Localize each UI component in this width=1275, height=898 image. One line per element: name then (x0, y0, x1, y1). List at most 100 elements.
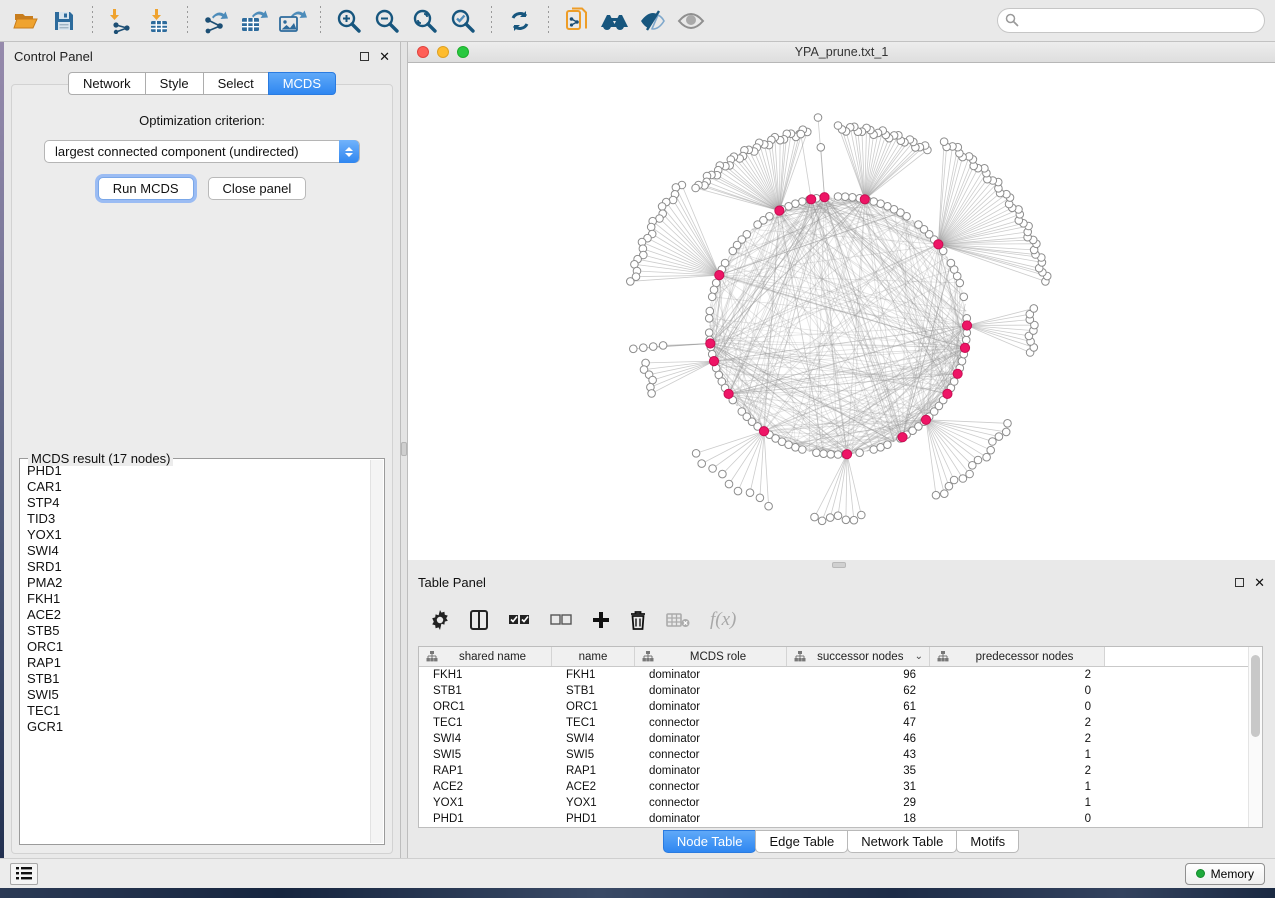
table-row[interactable]: ACE2ACE2connector311 (419, 779, 1262, 795)
network-node[interactable] (1004, 420, 1012, 428)
close-panel-button[interactable]: Close panel (208, 177, 307, 200)
list-item[interactable]: TID3 (27, 511, 369, 527)
splitter-handle[interactable] (832, 562, 846, 568)
network-node[interactable] (932, 491, 940, 499)
list-item[interactable]: GCR1 (27, 719, 369, 735)
table-row[interactable]: SWI4SWI4dominator462 (419, 731, 1262, 747)
mcds-hub-node[interactable] (960, 343, 969, 352)
list-item[interactable]: ACE2 (27, 607, 369, 623)
list-item[interactable]: PHD1 (27, 463, 369, 479)
zoom-fit-button[interactable] (409, 5, 441, 37)
network-node[interactable] (734, 487, 742, 495)
hide-selected-button[interactable] (637, 5, 669, 37)
task-history-button[interactable] (10, 863, 38, 885)
tab-node-table[interactable]: Node Table (663, 830, 757, 853)
network-node[interactable] (995, 433, 1003, 441)
network-node[interactable] (870, 198, 878, 206)
share-document-button[interactable] (561, 5, 593, 37)
mcds-hub-node[interactable] (706, 339, 715, 348)
deselect-all-button[interactable] (550, 606, 572, 634)
table-row[interactable]: TEC1TEC1connector472 (419, 715, 1262, 731)
mcds-hub-node[interactable] (715, 271, 724, 280)
run-mcds-button[interactable]: Run MCDS (98, 177, 194, 200)
network-node[interactable] (849, 194, 857, 202)
list-item[interactable]: FKH1 (27, 591, 369, 607)
show-columns-button[interactable] (470, 606, 488, 634)
network-node[interactable] (692, 184, 700, 192)
network-node[interactable] (756, 494, 764, 502)
network-node[interactable] (959, 475, 967, 483)
list-item[interactable]: TEC1 (27, 703, 369, 719)
result-scrollbar[interactable] (370, 460, 383, 843)
network-node[interactable] (725, 480, 733, 488)
network-node[interactable] (966, 470, 974, 478)
tab-select[interactable]: Select (203, 72, 269, 95)
network-node[interactable] (630, 345, 638, 353)
network-node[interactable] (649, 343, 657, 351)
network-node[interactable] (647, 223, 655, 231)
zoom-out-button[interactable] (371, 5, 403, 37)
table-row[interactable]: SWI5SWI5connector431 (419, 747, 1262, 763)
search-input[interactable] (997, 8, 1265, 33)
network-node[interactable] (820, 450, 828, 458)
network-node[interactable] (692, 450, 700, 458)
network-node[interactable] (1030, 305, 1038, 313)
list-item[interactable]: PMA2 (27, 575, 369, 591)
mcds-hub-node[interactable] (820, 193, 829, 202)
network-node[interactable] (834, 193, 842, 201)
network-node[interactable] (640, 344, 648, 352)
list-item[interactable]: YOX1 (27, 527, 369, 543)
zoom-selected-button[interactable] (447, 5, 479, 37)
network-node[interactable] (962, 336, 970, 344)
network-node[interactable] (884, 441, 892, 449)
import-table-button[interactable] (143, 5, 175, 37)
network-node[interactable] (814, 114, 822, 122)
network-node[interactable] (729, 247, 737, 255)
tab-style[interactable]: Style (145, 72, 204, 95)
show-all-button[interactable] (675, 5, 707, 37)
network-node[interactable] (834, 122, 842, 130)
mcds-hub-node[interactable] (759, 427, 768, 436)
network-node[interactable] (648, 390, 656, 398)
network-node[interactable] (950, 476, 958, 484)
close-panel-icon[interactable]: ✕ (379, 50, 390, 63)
network-node[interactable] (818, 517, 826, 525)
save-session-button[interactable] (48, 5, 80, 37)
tab-edge-table[interactable]: Edge Table (755, 830, 848, 853)
network-node[interactable] (841, 193, 849, 201)
tab-network-table[interactable]: Network Table (847, 830, 957, 853)
criterion-dropdown[interactable]: largest connected component (undirected) (44, 140, 360, 163)
network-node[interactable] (659, 342, 667, 350)
network-node[interactable] (765, 502, 773, 510)
mcds-hub-node[interactable] (898, 433, 907, 442)
export-image-button[interactable] (276, 5, 308, 37)
network-node[interactable] (705, 315, 713, 323)
column-header-name[interactable]: name (552, 647, 635, 666)
add-column-button[interactable] (592, 606, 610, 634)
table-row[interactable]: YOX1YOX1connector291 (419, 795, 1262, 811)
network-node[interactable] (834, 512, 842, 520)
scrollbar-thumb[interactable] (1251, 655, 1260, 737)
refresh-button[interactable] (504, 5, 536, 37)
vertical-splitter[interactable] (400, 42, 408, 858)
column-header-predecessor-nodes[interactable]: predecessor nodes (930, 647, 1105, 666)
float-panel-icon[interactable] (360, 52, 369, 61)
network-node[interactable] (989, 438, 997, 446)
table-row[interactable]: PHD1PHD1dominator180 (419, 811, 1262, 827)
list-item[interactable]: STP4 (27, 495, 369, 511)
network-node[interactable] (945, 482, 953, 490)
network-node[interactable] (754, 221, 762, 229)
network-node[interactable] (974, 456, 982, 464)
list-item[interactable]: CAR1 (27, 479, 369, 495)
mcds-hub-node[interactable] (807, 195, 816, 204)
table-row[interactable]: FKH1FKH1dominator962 (419, 667, 1262, 683)
mcds-hub-node[interactable] (724, 389, 733, 398)
network-node[interactable] (811, 513, 819, 521)
network-node[interactable] (746, 489, 754, 497)
list-item[interactable]: ORC1 (27, 639, 369, 655)
network-node[interactable] (709, 465, 717, 473)
network-node[interactable] (708, 293, 716, 301)
list-item[interactable]: SWI4 (27, 543, 369, 559)
network-node[interactable] (842, 516, 850, 524)
network-node[interactable] (915, 221, 923, 229)
